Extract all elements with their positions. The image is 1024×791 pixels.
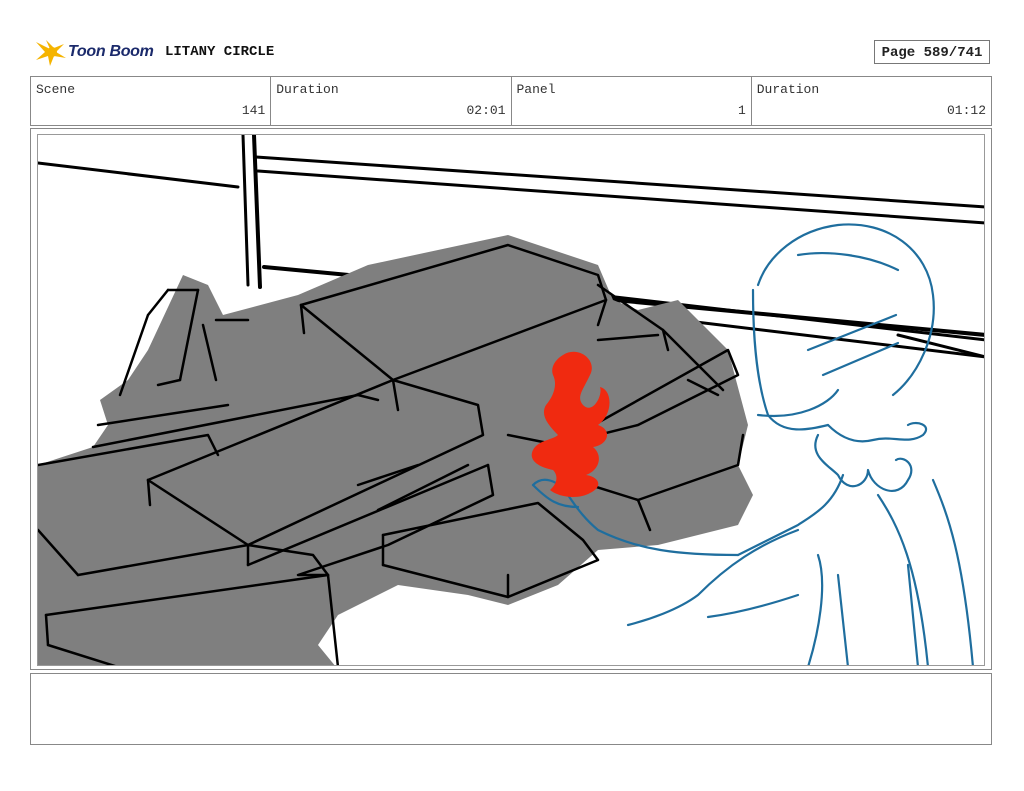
storyboard-drawing [37,134,985,666]
panel-duration-label: Duration [756,82,820,97]
panel-value: 1 [737,103,746,118]
scene-value: 141 [241,103,266,118]
scene-duration-label: Duration [276,82,339,97]
panel-notes-area[interactable] [30,673,992,745]
panel-duration-value: 01:12 [946,103,986,118]
starburst-icon [36,40,66,66]
scene-duration-value: 02:01 [466,103,506,118]
project-title: LITANY CIRCLE [165,44,275,60]
panel-label: Panel [516,82,556,97]
panel-info-row: Scene 141 Duration 02:01 Panel 1 Duratio… [30,76,992,126]
panel-duration-cell: Duration 01:12 [752,77,991,125]
brand-name: Toon Boom [68,43,154,60]
panel-cell: Panel 1 [512,77,752,125]
sketch-canvas [38,135,984,665]
page-indicator: Page 589/741 [874,40,990,64]
scene-duration-cell: Duration 02:01 [271,77,512,125]
scene-cell: Scene 141 [31,77,272,125]
scene-label: Scene [36,82,76,97]
